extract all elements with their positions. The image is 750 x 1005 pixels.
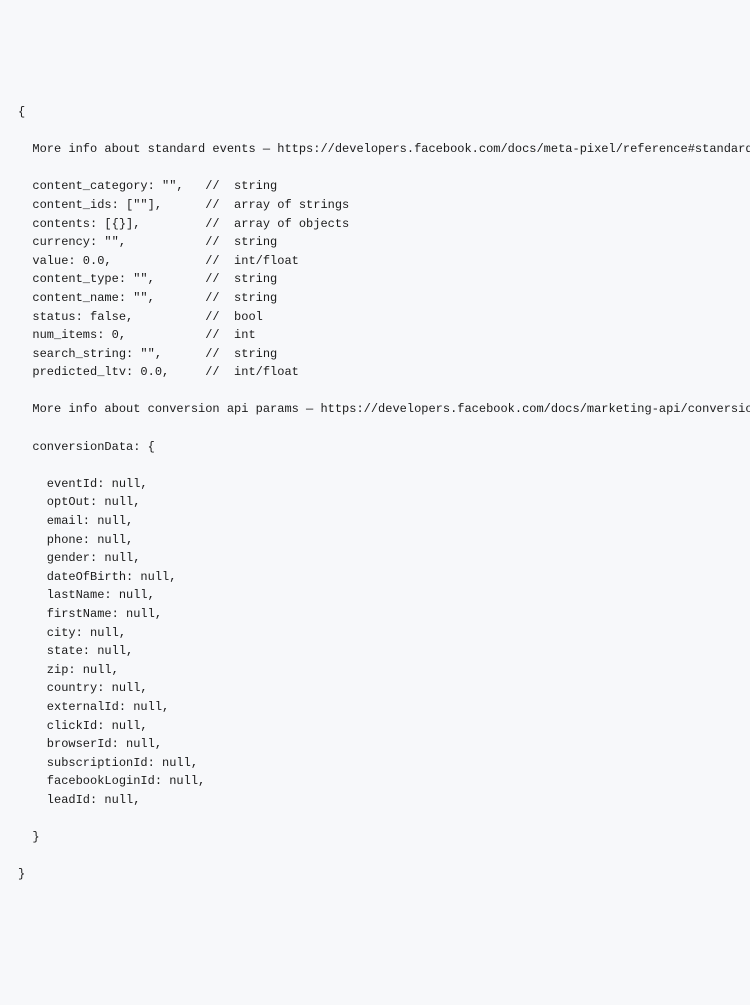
param-line-num_items: num_items: 0, // int [18,326,732,345]
conversion-field-optOut: optOut: null, [18,493,732,512]
conversion-field-clickId: clickId: null, [18,717,732,736]
conversion-field-country: country: null, [18,679,732,698]
conversion-field-externalId: externalId: null, [18,698,732,717]
brace-open: { [18,103,732,122]
conversion-field-leadId: leadId: null, [18,791,732,810]
param-line-content_ids: content_ids: [""], // array of strings [18,196,732,215]
param-line-contents: contents: [{}], // array of objects [18,215,732,234]
conversion-field-email: email: null, [18,512,732,531]
param-line-content_type: content_type: "", // string [18,270,732,289]
param-line-content_name: content_name: "", // string [18,289,732,308]
brace-close: } [18,865,732,884]
param-line-predicted_ltv: predicted_ltv: 0.0, // int/float [18,363,732,382]
conversion-data-close: } [18,828,732,847]
conversion-field-zip: zip: null, [18,661,732,680]
conversion-field-subscriptionId: subscriptionId: null, [18,754,732,773]
comment-conversion-api: More info about conversion api params — … [18,400,732,419]
conversion-field-facebookLoginId: facebookLoginId: null, [18,772,732,791]
conversion-data-open: conversionData: { [18,438,732,457]
param-line-currency: currency: "", // string [18,233,732,252]
conversion-field-dateOfBirth: dateOfBirth: null, [18,568,732,587]
conversion-field-phone: phone: null, [18,531,732,550]
param-line-status: status: false, // bool [18,308,732,327]
comment-standard-events: More info about standard events — https:… [18,140,732,159]
param-line-value: value: 0.0, // int/float [18,252,732,271]
conversion-field-firstName: firstName: null, [18,605,732,624]
conversion-field-browserId: browserId: null, [18,735,732,754]
conversion-field-lastName: lastName: null, [18,586,732,605]
conversion-field-state: state: null, [18,642,732,661]
conversion-field-gender: gender: null, [18,549,732,568]
param-line-search_string: search_string: "", // string [18,345,732,364]
conversion-field-city: city: null, [18,624,732,643]
param-line-content_category: content_category: "", // string [18,177,732,196]
conversion-field-eventId: eventId: null, [18,475,732,494]
code-snippet: { More info about standard events — http… [18,84,732,902]
